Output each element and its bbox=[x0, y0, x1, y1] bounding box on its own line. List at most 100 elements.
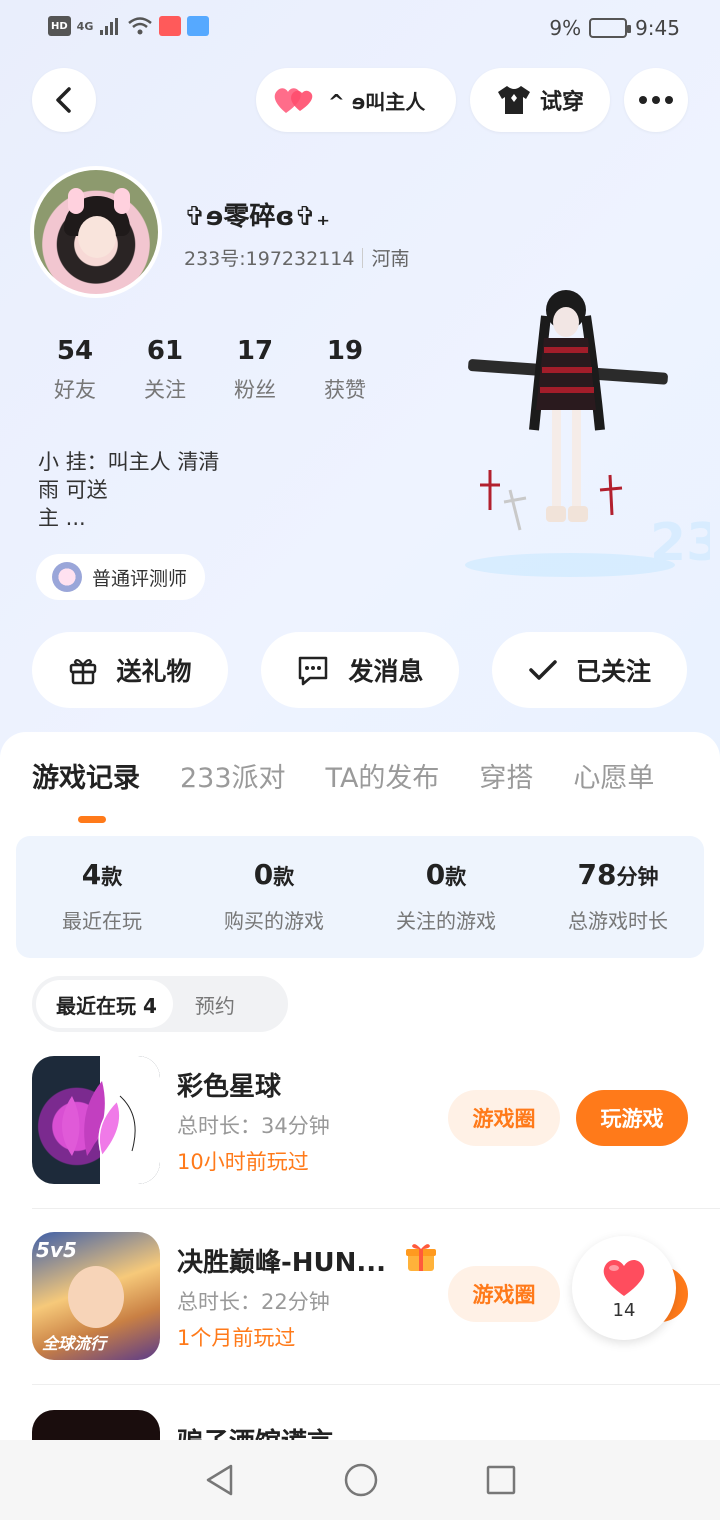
game-icon[interactable] bbox=[32, 1410, 160, 1440]
game-name: 决胜巅峰-HUN... bbox=[177, 1248, 387, 1278]
intimacy-button[interactable]: ^ ɘ叫主人 bbox=[256, 68, 456, 132]
character-model[interactable]: 233 bbox=[460, 280, 710, 580]
try-on-button[interactable]: 试穿 bbox=[470, 68, 610, 132]
send-message-label: 发消息 bbox=[348, 657, 424, 686]
stat-following[interactable]: 61 关注 bbox=[120, 336, 210, 404]
system-nav-bar bbox=[0, 1440, 720, 1520]
try-on-label: 试穿 bbox=[539, 90, 584, 115]
play-game-button[interactable]: 玩游戏 bbox=[576, 1090, 688, 1146]
game-summary: 4款 最近在玩 0款 购买的游戏 0款 关注的游戏 78分钟 总游戏时长 bbox=[16, 836, 704, 958]
summary-value: 0 bbox=[425, 858, 446, 891]
bio-line: 主 ... bbox=[38, 506, 86, 530]
stat-value: 17 bbox=[236, 336, 274, 366]
game-icon[interactable]: 5v5 全球流行 bbox=[32, 1232, 160, 1360]
game-item[interactable]: 骗子酒馆谎言 bbox=[32, 1410, 720, 1440]
more-button[interactable] bbox=[624, 68, 688, 132]
stat-label: 关注 bbox=[144, 378, 186, 402]
divider bbox=[32, 1208, 720, 1209]
game-circle-button[interactable]: 游戏圈 bbox=[448, 1090, 560, 1146]
segment-control: 最近在玩 4 预约 bbox=[32, 976, 288, 1032]
tab-posts[interactable]: TA的发布 bbox=[326, 756, 440, 795]
summary-label: 总游戏时长 bbox=[568, 909, 668, 933]
stat-value: 54 bbox=[56, 336, 94, 366]
divider bbox=[32, 1384, 720, 1385]
reviewer-badge[interactable]: 普通评测师 bbox=[36, 554, 206, 600]
clock: 9:45 bbox=[635, 16, 680, 40]
summary-unit: 款 bbox=[273, 865, 295, 889]
segment-reserve[interactable]: 预约 bbox=[195, 990, 235, 1019]
stat-value: 19 bbox=[326, 336, 364, 366]
icon-tag: 5v5 bbox=[36, 1238, 77, 1262]
game-circle-button[interactable]: 游戏圈 bbox=[448, 1266, 560, 1322]
battery-icon bbox=[589, 18, 632, 38]
double-heart-icon bbox=[274, 88, 313, 113]
back-button[interactable] bbox=[32, 68, 96, 132]
nickname: ✞ɘ零碎ɞ✞₊ bbox=[184, 202, 330, 232]
wifi-icon bbox=[128, 17, 153, 35]
app-notification-icon bbox=[159, 16, 182, 36]
tab-bar: 游戏记录 233派对 TA的发布 穿搭 心愿单 bbox=[32, 756, 654, 823]
summary-recent[interactable]: 4款 最近在玩 bbox=[16, 836, 188, 958]
summary-unit: 款 bbox=[101, 865, 123, 889]
recent-apps-square-icon[interactable] bbox=[485, 1464, 517, 1496]
reviewer-badge-icon bbox=[52, 562, 82, 592]
network-type: 4G bbox=[76, 19, 94, 33]
gift-icon bbox=[70, 658, 97, 685]
send-message-button[interactable]: 发消息 bbox=[261, 632, 459, 708]
game-icon[interactable] bbox=[32, 1056, 160, 1184]
tab-party[interactable]: 233派对 bbox=[180, 756, 286, 795]
game-duration: 总时长：34分钟 bbox=[177, 1114, 330, 1138]
gift-box-icon bbox=[406, 1244, 436, 1271]
game-name: 彩色星球 bbox=[177, 1072, 282, 1102]
svg-text:233: 233 bbox=[650, 513, 710, 573]
like-float-button[interactable]: 14 bbox=[572, 1236, 676, 1340]
weather-notification-icon bbox=[187, 16, 210, 36]
summary-value: 4 bbox=[81, 858, 102, 891]
chevron-left-icon bbox=[56, 87, 71, 113]
home-circle-icon[interactable] bbox=[343, 1462, 379, 1498]
intimacy-label: ^ ɘ叫主人 bbox=[328, 89, 426, 114]
heart-icon bbox=[603, 1259, 645, 1296]
status-bar: HD 4G 9% 9:45 bbox=[0, 0, 720, 60]
summary-label: 关注的游戏 bbox=[396, 909, 496, 933]
summary-unit: 分钟 bbox=[616, 865, 659, 889]
summary-value: 0 bbox=[253, 858, 274, 891]
tab-outfits[interactable]: 穿搭 bbox=[479, 756, 533, 795]
summary-followed[interactable]: 0款 关注的游戏 bbox=[360, 836, 532, 958]
stat-friends[interactable]: 54 好友 bbox=[30, 336, 120, 404]
reviewer-badge-label: 普通评测师 bbox=[92, 567, 188, 590]
bio-line: 小 挂：叫主人 清清 bbox=[38, 450, 220, 474]
stat-label: 获赞 bbox=[324, 378, 366, 402]
stat-label: 好友 bbox=[54, 378, 96, 402]
profile-stats: 54 好友 61 关注 17 粉丝 19 获赞 bbox=[30, 336, 390, 404]
tab-wishlist[interactable]: 心愿单 bbox=[573, 756, 654, 795]
divider bbox=[362, 247, 364, 268]
hd-indicator: HD bbox=[48, 16, 71, 36]
segment-recent[interactable]: 最近在玩 4 bbox=[36, 980, 173, 1028]
summary-purchased[interactable]: 0款 购买的游戏 bbox=[188, 836, 360, 958]
game-name: 骗子酒馆谎言 bbox=[177, 1422, 387, 1440]
game-last-played: 1个月前玩过 bbox=[177, 1326, 296, 1350]
stat-followers[interactable]: 17 粉丝 bbox=[210, 336, 300, 404]
followed-button[interactable]: 已关注 bbox=[492, 632, 687, 708]
send-gift-button[interactable]: 送礼物 bbox=[32, 632, 228, 708]
tshirt-icon bbox=[497, 86, 530, 114]
summary-value: 78 bbox=[577, 858, 617, 891]
user-id-row: 233号:197232114 河南 bbox=[184, 244, 409, 271]
more-dots-icon bbox=[639, 96, 673, 104]
battery-percent: 9% bbox=[549, 16, 582, 40]
summary-unit: 款 bbox=[445, 865, 467, 889]
user-id: 233号:197232114 bbox=[184, 248, 355, 270]
icon-tag: 全球流行 bbox=[42, 1334, 107, 1353]
game-item[interactable]: 彩色星球 总时长：34分钟 10小时前玩过 游戏圈 玩游戏 bbox=[32, 1056, 720, 1196]
region: 河南 bbox=[371, 248, 410, 270]
back-triangle-icon[interactable] bbox=[203, 1463, 237, 1497]
signal-icon bbox=[100, 18, 119, 35]
summary-label: 购买的游戏 bbox=[224, 909, 324, 933]
stat-likes[interactable]: 19 获赞 bbox=[300, 336, 390, 404]
avatar[interactable] bbox=[30, 166, 162, 298]
bio: 小 挂：叫主人 清清 雨 可送 主 ... bbox=[38, 448, 268, 532]
like-count: 14 bbox=[612, 1299, 636, 1321]
tab-game-records[interactable]: 游戏记录 bbox=[32, 756, 140, 823]
summary-playtime[interactable]: 78分钟 总游戏时长 bbox=[532, 836, 704, 958]
